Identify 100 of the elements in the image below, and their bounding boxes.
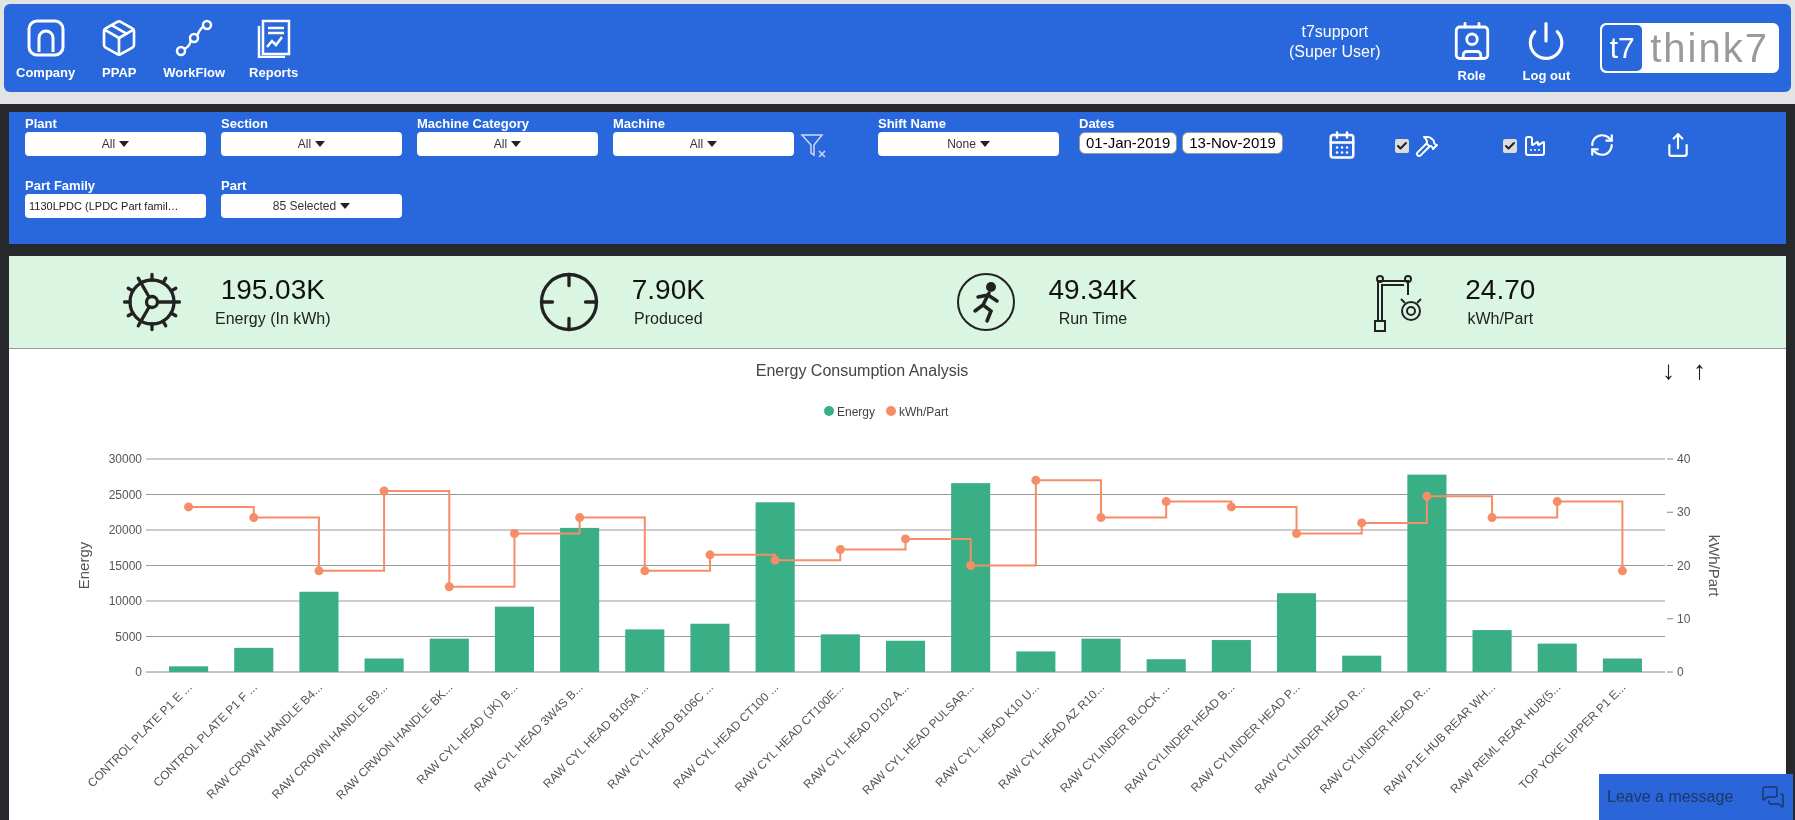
data-point[interactable] <box>575 513 585 523</box>
axis-tick-label: 25000 <box>108 487 142 502</box>
bar[interactable] <box>169 666 209 672</box>
sort-button[interactable]: ↓ <box>1662 357 1675 383</box>
bar[interactable] <box>690 623 730 672</box>
bar[interactable] <box>1081 638 1121 672</box>
data-point[interactable] <box>966 561 976 570</box>
bar[interactable] <box>429 638 469 672</box>
filter-dropdown[interactable]: All <box>25 132 206 156</box>
bar[interactable] <box>364 658 404 672</box>
data-point[interactable] <box>901 534 910 544</box>
caret-icon <box>315 141 326 147</box>
checkbox[interactable] <box>1394 139 1409 153</box>
bar[interactable] <box>1602 658 1642 672</box>
legend-item[interactable]: kWh/Part <box>886 405 949 419</box>
chat-icon <box>1761 785 1785 809</box>
filter-dropdown[interactable]: All <box>417 132 598 156</box>
bar[interactable] <box>1277 593 1317 672</box>
filter-field[interactable]: 1130LPDC (LPDC Part famil… <box>25 194 206 218</box>
caret-icon <box>511 141 522 147</box>
data-point[interactable] <box>705 550 715 560</box>
filter-dropdown[interactable]: 85 Selected <box>221 194 402 218</box>
data-point[interactable] <box>770 555 780 565</box>
bar[interactable] <box>1211 640 1251 672</box>
filter-label: Part <box>221 178 248 194</box>
axis-tick-label: 10000 <box>108 594 142 608</box>
filter-dropdown[interactable]: All <box>221 132 402 156</box>
data-point[interactable] <box>1552 497 1562 507</box>
data-point[interactable] <box>509 529 519 539</box>
data-point[interactable] <box>249 513 259 523</box>
kpi-value: 7.90K <box>631 273 705 307</box>
bar[interactable] <box>1537 643 1577 672</box>
user-role: (Super User) <box>1289 42 1381 62</box>
nav-item[interactable]: Company <box>14 17 78 83</box>
bar[interactable] <box>234 647 274 672</box>
bar[interactable] <box>951 483 991 672</box>
axis-tick-label: 20 <box>1677 558 1691 573</box>
bar[interactable] <box>494 606 534 672</box>
nav-item[interactable]: PPAP <box>97 17 142 83</box>
legend-item[interactable]: Energy <box>824 405 876 419</box>
filter-dropdown[interactable]: All <box>613 132 794 156</box>
bar[interactable] <box>1407 474 1447 672</box>
filter-label: Part Family <box>25 178 97 194</box>
data-point[interactable] <box>1161 497 1171 507</box>
workflow-icon <box>174 17 215 58</box>
kpi-value: 49.34K <box>1048 273 1138 307</box>
axis-title: Energy <box>75 541 92 590</box>
filter-dropdown[interactable]: None <box>878 132 1059 156</box>
bar[interactable] <box>625 629 665 672</box>
filter-label: Section <box>221 116 269 132</box>
check-icon <box>1395 140 1408 152</box>
building-icon <box>25 17 66 58</box>
filter-label: Dates <box>1079 116 1116 132</box>
check-icon <box>1503 140 1516 152</box>
chart-title: Energy Consumption Analysis <box>755 362 969 379</box>
date-field[interactable]: 01-Jan-2019 <box>1079 132 1178 154</box>
kpi-label: Run Time <box>1058 309 1128 329</box>
kpi-value: 24.70 <box>1465 273 1536 307</box>
data-point[interactable] <box>444 582 454 592</box>
data-point[interactable] <box>1031 475 1041 485</box>
bar[interactable] <box>1146 659 1186 672</box>
bar[interactable] <box>1342 655 1382 672</box>
legend-label: kWh/Part <box>899 405 950 419</box>
data-point[interactable] <box>1487 513 1497 523</box>
data-point[interactable] <box>314 566 324 576</box>
bar[interactable] <box>1472 630 1512 672</box>
bar[interactable] <box>1016 651 1056 672</box>
sort-button[interactable]: ↑ <box>1693 357 1706 383</box>
calendar-icon[interactable] <box>1326 130 1357 160</box>
legend-label: Energy <box>837 405 876 419</box>
axis-tick-label: 10 <box>1677 611 1691 626</box>
caret-icon <box>707 141 718 147</box>
kpi-label: kWh/Part <box>1467 309 1534 329</box>
data-point[interactable] <box>1292 529 1302 539</box>
data-point[interactable] <box>1617 566 1627 576</box>
data-point[interactable] <box>1357 518 1367 528</box>
nav-item[interactable]: WorkFlow <box>161 17 228 83</box>
checkbox[interactable] <box>1502 139 1517 153</box>
clear-filter-icon[interactable] <box>800 132 828 160</box>
data-point[interactable] <box>1422 491 1432 501</box>
bar[interactable] <box>560 527 600 672</box>
axis-tick-label: 20000 <box>108 523 142 537</box>
data-point[interactable] <box>835 545 845 555</box>
caret-icon <box>340 203 351 209</box>
bar[interactable] <box>820 634 860 672</box>
header-action[interactable]: Log out <box>1522 20 1571 86</box>
date-field[interactable]: 13-Nov-2019 <box>1182 132 1283 154</box>
header-action[interactable]: Role <box>1450 20 1493 86</box>
refresh-icon[interactable] <box>1588 132 1615 158</box>
data-point[interactable] <box>640 566 650 576</box>
bar[interactable] <box>755 502 795 672</box>
data-point[interactable] <box>379 486 389 496</box>
bar[interactable] <box>299 591 339 672</box>
data-point[interactable] <box>1096 513 1106 523</box>
data-point[interactable] <box>184 502 194 512</box>
bar[interactable] <box>885 640 926 672</box>
data-point[interactable] <box>1226 502 1236 512</box>
factory-icon[interactable] <box>1522 134 1547 158</box>
hammer-icon[interactable] <box>1414 134 1439 158</box>
nav-item[interactable]: Reports <box>247 17 301 83</box>
